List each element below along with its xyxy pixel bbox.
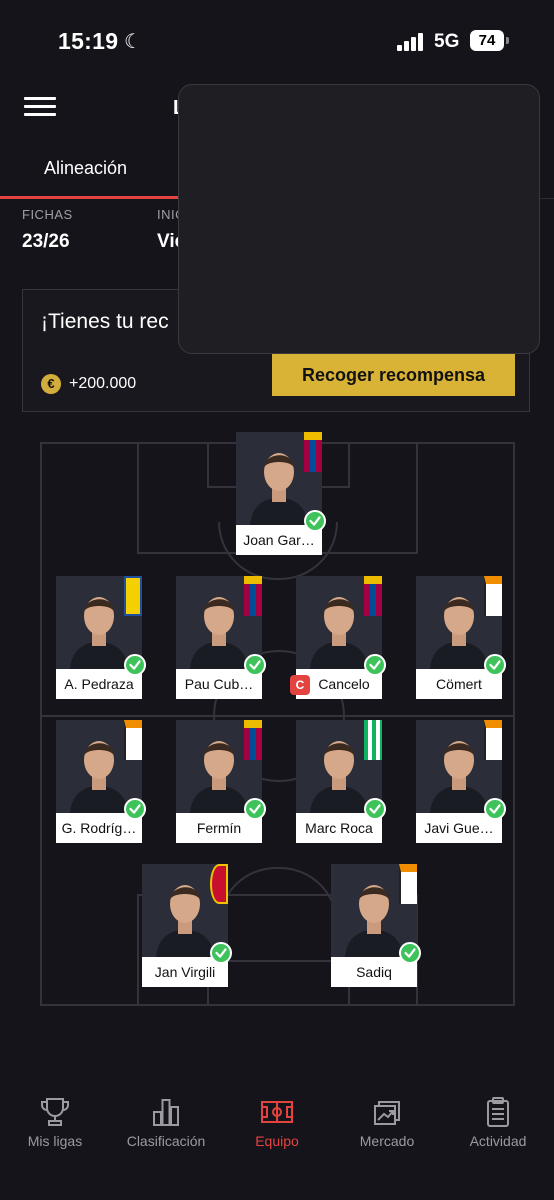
club-crest-icon — [399, 864, 417, 904]
check-icon — [484, 654, 506, 676]
club-crest-icon — [364, 720, 382, 760]
player-card[interactable]: Sadiq — [331, 864, 421, 987]
coin-icon: € — [41, 374, 61, 394]
trophy-icon — [41, 1098, 69, 1126]
moon-icon: ☾ — [124, 31, 142, 53]
battery-icon: 74 — [470, 30, 504, 51]
redacted-overlay — [178, 84, 540, 354]
club-crest-icon — [364, 576, 382, 616]
pitch-icon — [261, 1101, 293, 1123]
check-icon — [364, 798, 386, 820]
club-crest-icon — [484, 576, 502, 616]
club-crest-icon — [124, 720, 142, 760]
player-card[interactable]: Pau Cub… — [176, 576, 266, 699]
check-icon — [210, 942, 232, 964]
signal-icon — [397, 33, 427, 51]
club-crest-icon — [244, 576, 262, 616]
check-icon — [484, 798, 506, 820]
nav-clasificacion[interactable]: Clasificación — [111, 1080, 221, 1160]
player-card[interactable]: Cancelo C — [290, 576, 386, 699]
bar-chart-icon — [153, 1099, 179, 1126]
status-bar: 15:19 ☾ 5G 74 — [0, 0, 554, 80]
check-icon — [124, 798, 146, 820]
nav-label: Clasificación — [126, 1133, 206, 1149]
player-card[interactable]: Cömert — [416, 576, 506, 699]
player-card[interactable]: Jan Virgili — [142, 864, 232, 987]
fichas-label: FICHAS — [22, 207, 73, 222]
club-crest-icon — [124, 576, 142, 616]
tab-active-indicator — [0, 196, 182, 199]
player-card[interactable]: Fermín — [176, 720, 266, 843]
nav-mis-ligas[interactable]: Mis ligas — [0, 1080, 110, 1160]
status-time: 15:19 — [58, 28, 119, 54]
clipboard-icon — [487, 1097, 509, 1127]
player-card[interactable]: Marc Roca — [296, 720, 386, 843]
player-card[interactable]: A. Pedraza — [56, 576, 146, 699]
menu-icon[interactable] — [24, 97, 56, 117]
check-icon — [304, 510, 326, 532]
market-icon — [374, 1101, 400, 1125]
fichas-value: 23/26 — [22, 231, 70, 252]
check-icon — [364, 654, 386, 676]
nav-mercado[interactable]: Mercado — [332, 1080, 442, 1160]
bottom-nav: Mis ligas Clasificación Equipo Mercado A… — [0, 1080, 554, 1200]
tab-alineacion[interactable]: Alineación — [44, 158, 127, 179]
check-icon — [399, 942, 421, 964]
collect-reward-button[interactable]: Recoger recompensa — [272, 354, 515, 396]
club-crest-icon — [244, 720, 262, 760]
nav-label: Equipo — [255, 1133, 299, 1149]
reward-title: ¡Tienes tu rec — [41, 310, 169, 333]
nav-label: Mis ligas — [27, 1133, 83, 1149]
player-card[interactable]: Javi Gue… — [416, 720, 506, 843]
reward-amount: +200.000 — [69, 375, 137, 392]
club-crest-icon — [210, 864, 228, 904]
network-type: 5G — [434, 31, 460, 52]
club-crest-icon — [484, 720, 502, 760]
check-icon — [244, 654, 266, 676]
nav-actividad[interactable]: Actividad — [443, 1080, 553, 1160]
player-card[interactable]: Joan Gar… — [236, 432, 326, 555]
captain-badge: C — [290, 675, 310, 695]
club-crest-icon — [304, 432, 322, 472]
check-icon — [244, 798, 266, 820]
nav-label: Mercado — [359, 1133, 415, 1149]
goal-area-bottom — [207, 960, 350, 1006]
player-card[interactable]: G. Rodríg… — [56, 720, 146, 843]
check-icon — [124, 654, 146, 676]
battery-tip — [506, 37, 509, 44]
nav-equipo[interactable]: Equipo — [222, 1080, 332, 1160]
nav-label: Actividad — [469, 1133, 527, 1149]
